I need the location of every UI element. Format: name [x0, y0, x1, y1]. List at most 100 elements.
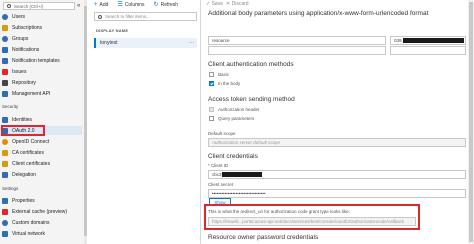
- openid-icon: [2, 138, 8, 145]
- sidebar-scrollbar[interactable]: [84, 0, 87, 244]
- mail-icon: [2, 46, 8, 53]
- save-button[interactable]: ✓ Save: [206, 1, 223, 7]
- sidebar-item-label: Groups: [12, 35, 29, 42]
- sidebar-item-label: Notification templates: [12, 57, 60, 64]
- sidebar-item-label: Subscriptions: [12, 24, 43, 31]
- columns-label: Columns: [124, 1, 145, 8]
- sidebar-item-label: Virtual network: [12, 230, 45, 237]
- sidebar: Search (Ctrl+/) « Users Subscriptions Gr…: [0, 0, 85, 244]
- resource-name-value: resource: [212, 38, 230, 43]
- client-secret-input[interactable]: ••••••••••••••••••••••••••••••••••: [208, 189, 466, 198]
- token-sending-title: Access token sending method: [208, 96, 295, 103]
- template-icon: [2, 57, 8, 64]
- plus-icon: +: [94, 1, 98, 8]
- scrollbar-thumb[interactable]: [84, 6, 87, 236]
- list-item-name: tonytest: [100, 40, 118, 46]
- identities-icon: [2, 116, 8, 123]
- refresh-button[interactable]: ↻ Refresh: [153, 1, 179, 9]
- api-icon: [2, 90, 8, 97]
- columns-button[interactable]: ☰ Columns: [117, 1, 145, 9]
- columns-icon: ☰: [117, 2, 123, 8]
- query-params-checkbox[interactable]: [209, 116, 214, 121]
- delegation-icon: [2, 171, 8, 178]
- sidebar-item-label: Identities: [12, 116, 33, 123]
- column-header-display-name[interactable]: DISPLAY NAME: [96, 28, 128, 33]
- detail-scrollbar[interactable]: [468, 0, 474, 244]
- auth-header-checkbox[interactable]: [209, 107, 214, 112]
- default-scope-input[interactable]: Authorization server default scope: [208, 138, 466, 147]
- scrollbar-thumb[interactable]: [469, 2, 473, 242]
- sidebar-item-label: Delegation: [12, 171, 36, 178]
- sidebar-item-groups[interactable]: Groups: [2, 34, 82, 43]
- oauth-highlight-box: [1, 125, 45, 136]
- filter-input[interactable]: Search to filter items...: [94, 12, 197, 21]
- default-scope-label: Default scope: [208, 131, 236, 136]
- redacted-client-id: [222, 172, 262, 177]
- sidebar-item-label: External cache (preview): [12, 208, 68, 215]
- sidebar-item-label: Client certificates: [12, 160, 51, 167]
- sidebar-item-openid-connect[interactable]: OpenID Connect: [2, 137, 82, 146]
- discard-label: Discard: [231, 1, 249, 7]
- key-icon: [2, 24, 8, 31]
- sidebar-item-label: Users: [12, 13, 26, 20]
- new-param-value-input[interactable]: [390, 46, 466, 55]
- groups-icon: [2, 35, 8, 42]
- issues-icon: [2, 68, 8, 75]
- refresh-label: Refresh: [160, 1, 179, 8]
- sidebar-item-virtual-network[interactable]: Virtual network: [2, 229, 82, 238]
- add-label: Add: [99, 1, 109, 8]
- sidebar-item-external-cache[interactable]: External cache (preview): [2, 207, 82, 216]
- cache-icon: [2, 208, 8, 215]
- discard-button[interactable]: ✕ Discard: [226, 1, 249, 7]
- redacted-resource: [403, 38, 464, 43]
- more-options-icon[interactable]: ···: [189, 40, 194, 46]
- sidebar-item-client-certificates[interactable]: Client certificates: [2, 159, 82, 168]
- sidebar-search-input[interactable]: Search (Ctrl+/): [3, 2, 75, 10]
- redirect-highlight-box: [204, 204, 420, 230]
- sidebar-item-label: OpenID Connect: [12, 138, 50, 145]
- properties-icon: [2, 197, 8, 204]
- in-body-label: In the body: [218, 81, 241, 86]
- certificate-icon: [2, 160, 8, 167]
- client-auth-title: Client authentication methods: [208, 61, 294, 68]
- sidebar-item-repository[interactable]: Repository: [2, 78, 82, 87]
- collapse-sidebar-button[interactable]: «: [77, 3, 80, 9]
- repository-icon: [2, 79, 8, 86]
- sidebar-item-subscriptions[interactable]: Subscriptions: [2, 23, 82, 32]
- client-id-label: * Client ID: [208, 163, 229, 168]
- client-secret-label: Client secret: [208, 182, 234, 187]
- in-body-checkbox[interactable]: [209, 81, 214, 86]
- section-header-settings: Settings: [2, 186, 19, 191]
- sidebar-item-users[interactable]: Users: [2, 12, 82, 21]
- sidebar-search-placeholder: Search (Ctrl+/): [14, 3, 44, 9]
- refresh-icon: ↻: [153, 2, 159, 8]
- certificate-icon: [2, 149, 8, 156]
- sidebar-item-properties[interactable]: Properties: [2, 196, 82, 205]
- sidebar-item-custom-domains[interactable]: Custom domains: [2, 218, 82, 227]
- sidebar-item-notification-templates[interactable]: Notification templates: [2, 56, 82, 65]
- new-param-name-input[interactable]: [208, 46, 386, 55]
- client-credentials-title: Client credentials: [208, 153, 258, 160]
- sidebar-item-delegation[interactable]: Delegation: [2, 170, 82, 179]
- search-icon: [98, 14, 102, 19]
- sidebar-item-label: Repository: [12, 79, 36, 86]
- sidebar-item-management-api[interactable]: Management API: [2, 89, 82, 98]
- resource-name-input[interactable]: resource: [208, 36, 386, 45]
- auth-header-label: Authorization header: [218, 107, 260, 112]
- sidebar-item-notifications[interactable]: Notifications: [2, 45, 82, 54]
- default-scope-placeholder: Authorization server default scope: [212, 140, 281, 145]
- sidebar-item-label: CA certificates: [12, 149, 44, 156]
- list-toolbar: + Add ☰ Columns ↻ Refresh: [94, 1, 179, 9]
- sidebar-item-issues[interactable]: Issues: [2, 67, 82, 76]
- sidebar-item-label: Custom domains: [12, 219, 50, 226]
- basic-checkbox[interactable]: [209, 72, 214, 77]
- globe-icon: [2, 219, 8, 226]
- sidebar-item-identities[interactable]: Identities: [2, 115, 82, 124]
- oauth-servers-list-panel: + Add ☰ Columns ↻ Refresh Search to filt…: [88, 0, 201, 244]
- search-icon: [7, 4, 11, 8]
- sidebar-item-label: Management API: [12, 90, 51, 97]
- section-header-security: Security: [2, 104, 19, 109]
- list-item[interactable]: tonytest ···: [94, 38, 197, 48]
- sidebar-item-ca-certificates[interactable]: CA certificates: [2, 148, 82, 157]
- add-button[interactable]: + Add: [94, 2, 108, 8]
